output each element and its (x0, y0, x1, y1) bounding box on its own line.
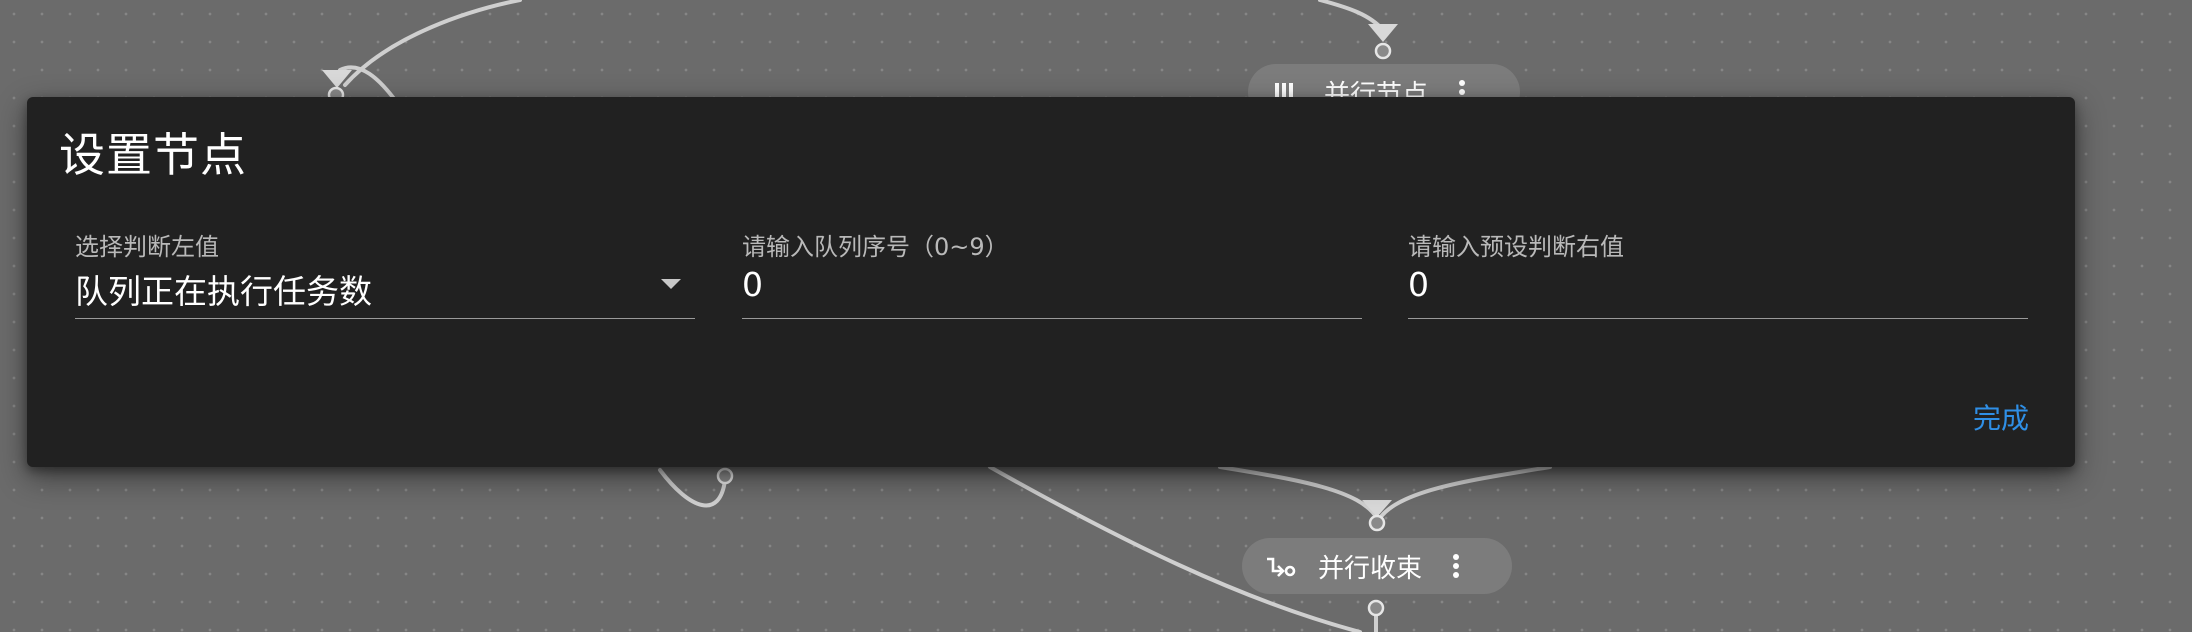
merge-icon (1264, 549, 1298, 583)
merge-node[interactable]: 并行收束 (1242, 538, 1512, 594)
select-value[interactable]: 队列正在执行任务数 (75, 265, 695, 313)
queue-index-input[interactable] (742, 265, 1362, 304)
port-top[interactable] (1374, 42, 1392, 60)
edge-loop-left (658, 468, 727, 508)
port-loop[interactable] (716, 467, 734, 485)
left-value-select[interactable]: 选择判断左值 队列正在执行任务数 (75, 227, 695, 319)
port-merge-out[interactable] (1367, 599, 1385, 617)
port-merge-in[interactable] (1368, 514, 1386, 532)
right-value-input[interactable] (1408, 265, 2028, 304)
edge-top-left (343, 0, 522, 87)
queue-index-field[interactable]: 请输入队列序号（0~9） (742, 227, 1362, 319)
edge-merge-left (1218, 465, 1379, 520)
arrow-head-left (322, 70, 352, 88)
edge-merge-right (1378, 465, 1552, 520)
field-label: 请输入预设判断右值 (1408, 233, 1624, 261)
arrow-head-top (1368, 24, 1398, 42)
field-label: 选择判断左值 (75, 233, 219, 261)
more-vert-icon[interactable] (1446, 549, 1466, 583)
dropdown-arrow-icon[interactable] (661, 279, 681, 289)
dialog-title: 设置节点 (59, 128, 247, 182)
field-label: 请输入队列序号（0~9） (742, 233, 1009, 261)
settings-dialog: 设置节点 选择判断左值 队列正在执行任务数 请输入队列序号（0~9） 请输入预设… (27, 97, 2075, 467)
right-value-field[interactable]: 请输入预设判断右值 (1408, 227, 2028, 319)
node-label: 并行收束 (1318, 553, 1423, 584)
done-button[interactable]: 完成 (1973, 397, 2029, 437)
